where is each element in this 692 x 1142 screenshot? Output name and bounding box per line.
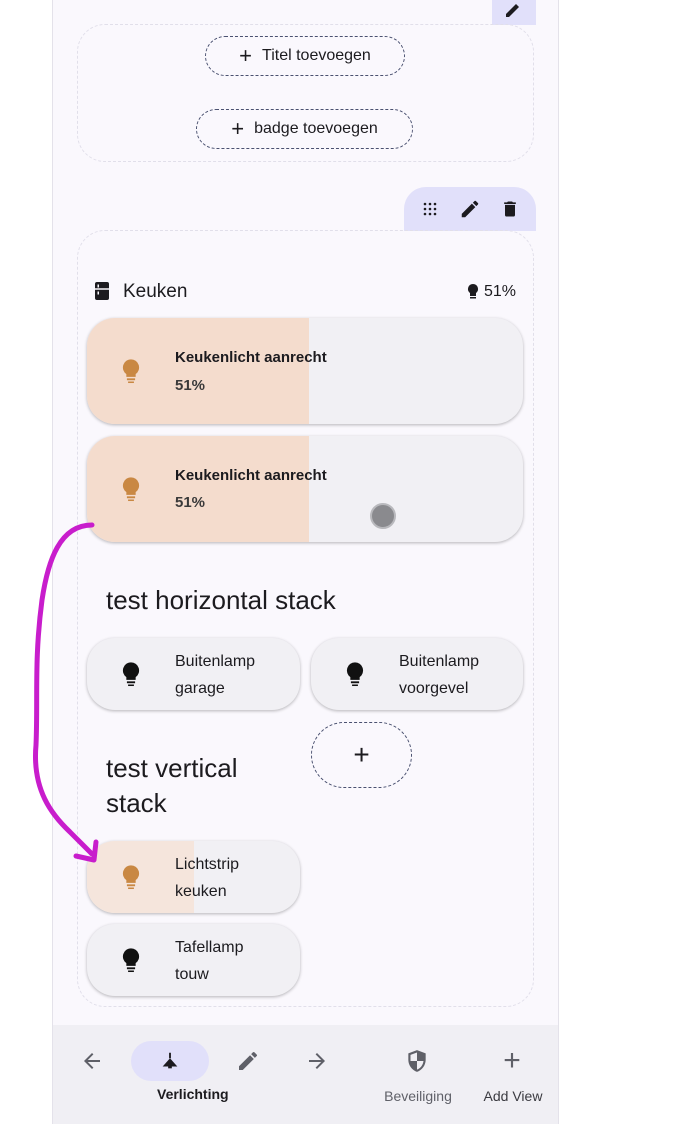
tile-name-line1: Lichtstrip <box>175 856 240 873</box>
add-card-button[interactable]: + <box>311 722 412 788</box>
light-tile-keukenlicht-1[interactable]: Keukenlicht aanrecht 51% <box>87 318 523 424</box>
area-light-summary: 51% <box>467 283 516 301</box>
view-tab-beveiliging-label[interactable]: Beveiliging <box>371 1088 465 1104</box>
touch-cursor-indicator <box>370 503 396 529</box>
view-tab-verlichting[interactable] <box>131 1041 209 1081</box>
ceiling-lamp-icon <box>162 1052 178 1069</box>
lightbulb-icon <box>468 284 478 299</box>
shield-icon[interactable] <box>403 1047 431 1075</box>
light-tile-keukenlicht-2[interactable]: Keukenlicht aanrecht 51% <box>87 436 523 542</box>
plus-icon: + <box>231 116 245 141</box>
view-navbar: Verlichting Beveiliging + Add View <box>53 1025 558 1124</box>
light-tile-buitenlamp-garage[interactable]: Buitenlamp garage <box>87 638 300 710</box>
tile-name: Keukenlicht aanrecht <box>175 349 327 366</box>
add-title-label: Titel toevoegen <box>262 47 371 64</box>
lightbulb-icon[interactable] <box>117 475 145 503</box>
delete-icon[interactable] <box>498 197 522 221</box>
tile-name-line2: voorgevel <box>399 680 469 697</box>
lightbulb-icon[interactable] <box>341 660 369 688</box>
tile-name: Keukenlicht aanrecht <box>175 467 327 484</box>
vertical-stack-heading-line1: test vertical <box>106 753 238 783</box>
tile-state: 51% <box>175 494 206 511</box>
add-badge-button[interactable]: + badge toevoegen <box>196 109 413 149</box>
card-toolbar <box>404 187 536 231</box>
tile-name-line1: Tafellamp <box>175 939 244 956</box>
section-edit-chip[interactable] <box>492 0 536 25</box>
lightbulb-icon[interactable] <box>117 946 145 974</box>
view-tab-verlichting-label[interactable]: Verlichting <box>157 1086 247 1102</box>
light-tile-tafellamp-touw[interactable]: Tafellamp touw <box>87 924 300 996</box>
vertical-stack-heading-line2: stack <box>106 788 167 818</box>
light-tile-buitenlamp-voorgevel[interactable]: Buitenlamp voorgevel <box>311 638 523 710</box>
plus-icon[interactable]: + <box>498 1044 526 1077</box>
add-view-label[interactable]: Add View <box>471 1088 555 1104</box>
pencil-icon[interactable] <box>234 1047 262 1075</box>
arrow-right-icon[interactable] <box>303 1047 331 1075</box>
horizontal-stack-heading: test horizontal stack <box>106 585 336 615</box>
tile-name-line1: Buitenlamp <box>399 653 480 670</box>
add-badge-label: badge toevoegen <box>254 120 378 137</box>
add-title-button[interactable]: + Titel toevoegen <box>205 36 405 76</box>
dashboard-panel: + Titel toevoegen + badge toevoegen Keuk… <box>52 0 559 1124</box>
light-tile-lichtstrip-keuken[interactable]: Lichtstrip keuken <box>87 841 300 913</box>
tile-name-line2: garage <box>175 680 225 697</box>
tile-state: 51% <box>175 377 206 394</box>
arrow-left-icon[interactable] <box>78 1047 106 1075</box>
lightbulb-icon[interactable] <box>117 863 145 891</box>
tile-name-line2: keuken <box>175 883 227 900</box>
plus-icon: + <box>353 739 370 770</box>
fridge-icon <box>93 281 111 306</box>
plus-icon: + <box>239 43 253 68</box>
edit-icon[interactable] <box>458 197 482 221</box>
tile-name-line1: Buitenlamp <box>175 653 256 670</box>
area-name: Keuken <box>123 281 188 302</box>
lightbulb-icon[interactable] <box>117 357 145 385</box>
light-summary-value: 51% <box>484 283 517 300</box>
drag-handle-icon[interactable] <box>418 197 442 221</box>
lightbulb-icon[interactable] <box>117 660 145 688</box>
tile-name-line2: touw <box>175 966 209 983</box>
